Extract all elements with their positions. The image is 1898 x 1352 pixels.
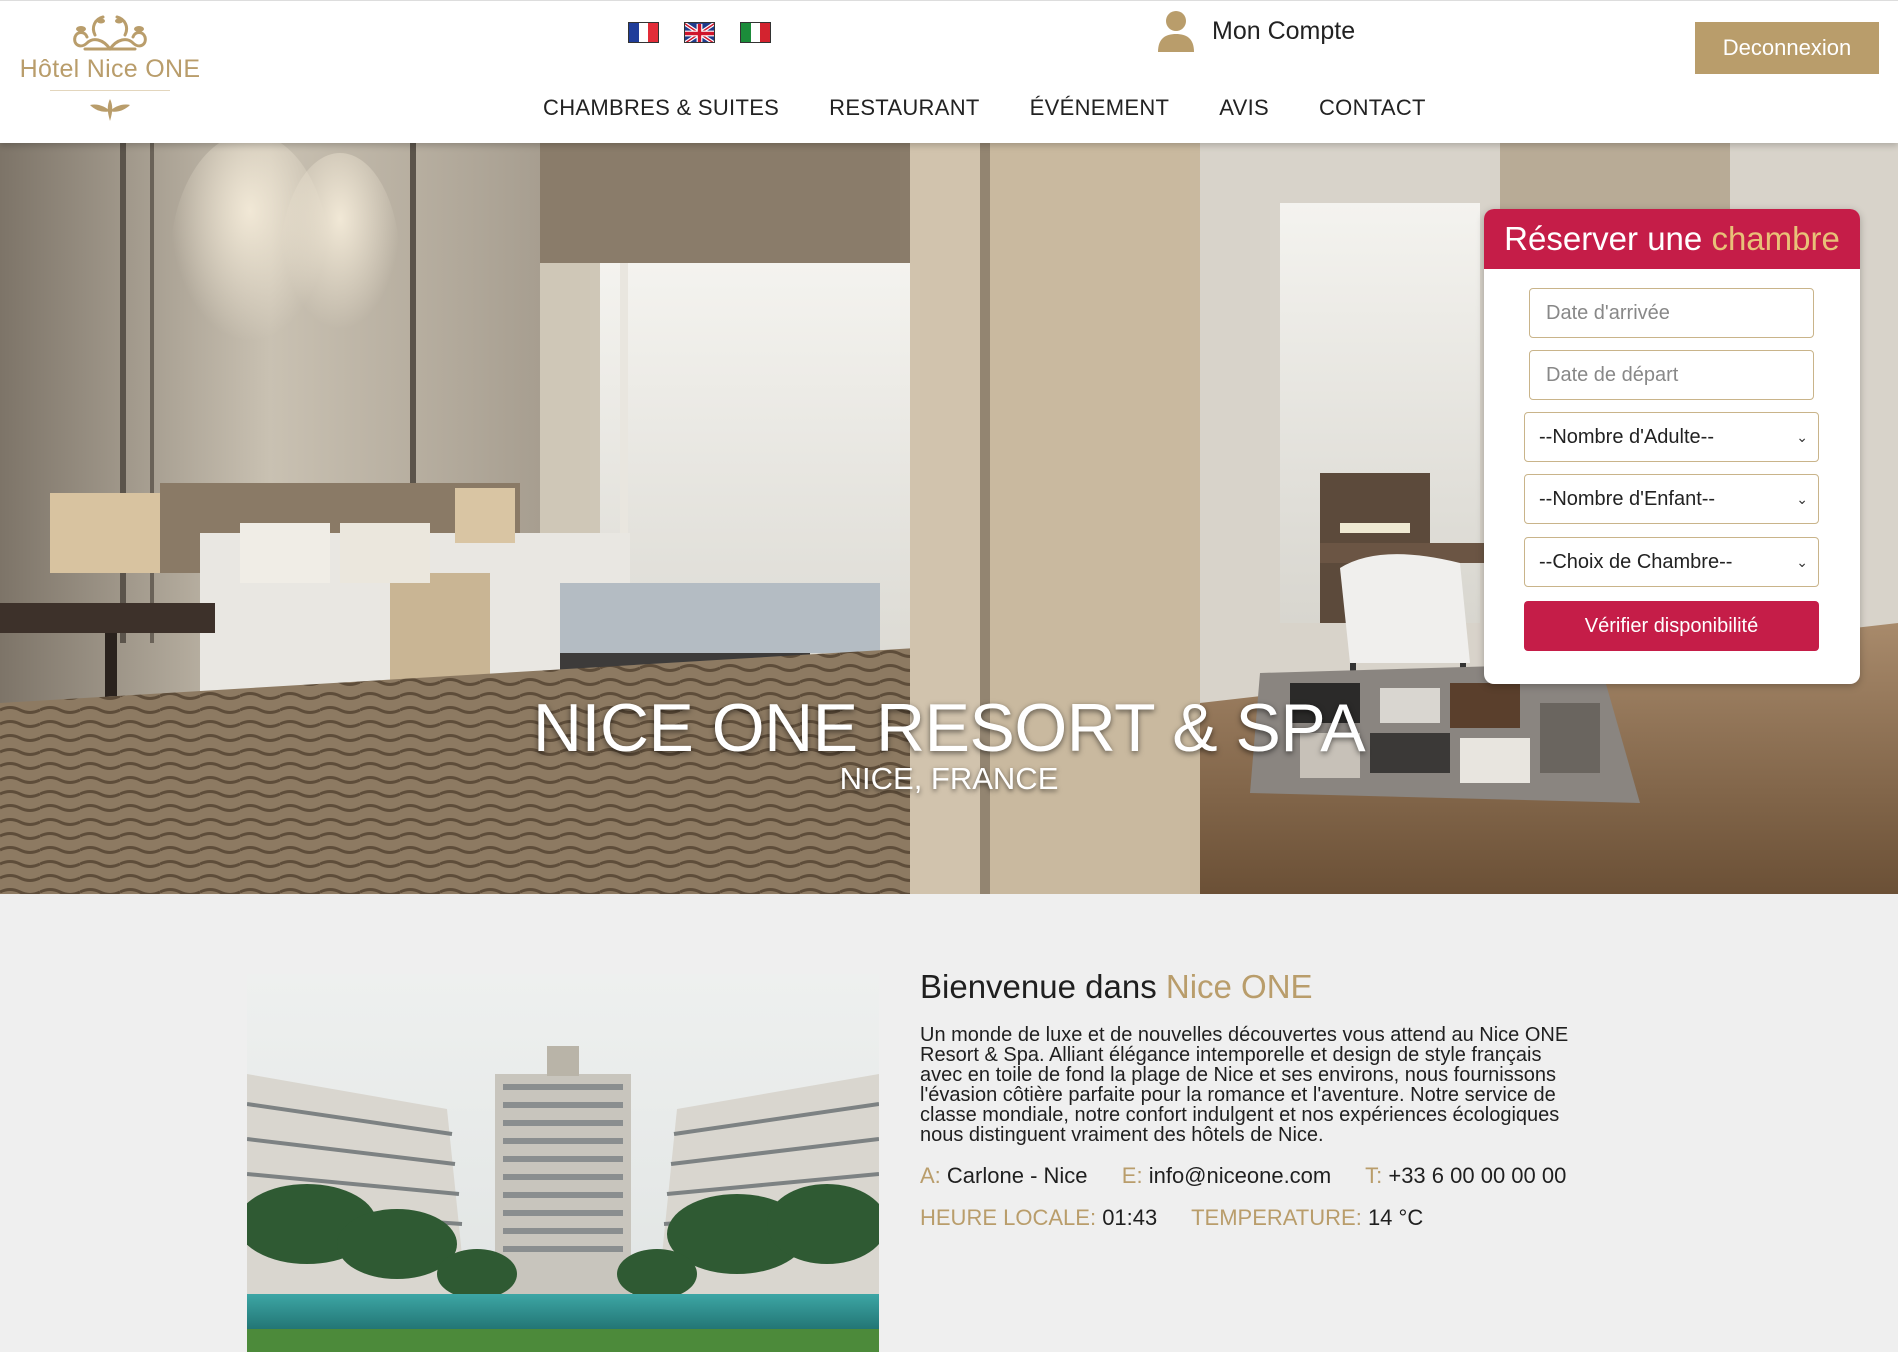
check-availability-button[interactable]: Vérifier disponibilité bbox=[1524, 601, 1819, 651]
adults-select[interactable]: --Nombre d'Adulte-- ⌄ bbox=[1524, 412, 1819, 462]
flag-fr-icon[interactable] bbox=[628, 22, 659, 43]
phone-label: T: bbox=[1365, 1163, 1383, 1188]
booking-title-part1: Réserver une bbox=[1504, 220, 1703, 257]
welcome-text-line: nous distinguent vraiment des hôtels de … bbox=[920, 1124, 1324, 1146]
room-select-value: --Choix de Chambre-- bbox=[1539, 551, 1733, 573]
welcome-text-line: avec en toile de fond la plage de Nice e… bbox=[920, 1064, 1556, 1086]
nav-item-restaurant[interactable]: RESTAURANT bbox=[829, 95, 980, 121]
booking-form: Réserver une chambre Date d'arrivée Date… bbox=[1484, 209, 1860, 684]
welcome-title-part1: Bienvenue dans bbox=[920, 968, 1157, 1005]
nav-item-events[interactable]: ÉVÉNEMENT bbox=[1030, 95, 1170, 121]
time-label: HEURE LOCALE: bbox=[920, 1205, 1097, 1230]
chevron-down-icon: ⌄ bbox=[1796, 491, 1808, 507]
chevron-down-icon: ⌄ bbox=[1796, 429, 1808, 445]
booking-title: Réserver une chambre bbox=[1484, 209, 1860, 269]
flag-uk-icon[interactable] bbox=[684, 22, 715, 43]
flag-it-icon[interactable] bbox=[740, 22, 771, 43]
address-value: Carlone - Nice bbox=[946, 1163, 1088, 1188]
adults-select-value: --Nombre d'Adulte-- bbox=[1539, 426, 1714, 448]
nav-item-contact[interactable]: CONTACT bbox=[1319, 95, 1426, 121]
welcome-text-line: Resort & Spa. Alliant élégance intempore… bbox=[920, 1044, 1542, 1066]
logout-button[interactable]: Deconnexion bbox=[1695, 22, 1879, 74]
user-icon bbox=[1158, 11, 1194, 52]
language-switcher bbox=[628, 22, 771, 43]
email-label: E: bbox=[1121, 1163, 1143, 1188]
temperature-value: 14 °C bbox=[1367, 1205, 1424, 1230]
hero-title: NICE ONE RESORT & SPA bbox=[532, 690, 1366, 766]
nav-item-rooms[interactable]: CHAMBRES & SUITES bbox=[543, 95, 779, 121]
nav-item-reviews[interactable]: AVIS bbox=[1219, 95, 1269, 121]
welcome-text-line: l'évasion côtière parfaite pour la roman… bbox=[920, 1084, 1556, 1106]
hotel-exterior-image bbox=[247, 974, 879, 1352]
children-select[interactable]: --Nombre d'Enfant-- ⌄ bbox=[1524, 474, 1819, 524]
welcome-title-part2: Nice ONE bbox=[1165, 968, 1313, 1005]
arrival-date-input[interactable]: Date d'arrivée bbox=[1529, 288, 1814, 338]
welcome-description: Un monde de luxe et de nouvelles découve… bbox=[920, 1025, 1640, 1145]
departure-date-input[interactable]: Date de départ bbox=[1529, 350, 1814, 400]
room-select[interactable]: --Choix de Chambre-- ⌄ bbox=[1524, 537, 1819, 587]
hotel-logo[interactable]: Hôtel Nice ONE bbox=[12, 9, 208, 141]
welcome-title: Bienvenue dans Nice ONE bbox=[920, 968, 1313, 1006]
email-link[interactable]: info@niceone.com bbox=[1149, 1163, 1332, 1188]
children-select-value: --Nombre d'Enfant-- bbox=[1539, 488, 1716, 510]
hero-subtitle: NICE, FRANCE bbox=[839, 761, 1059, 796]
account-link[interactable]: Mon Compte bbox=[1158, 10, 1355, 52]
main-nav: CHAMBRES & SUITES RESTAURANT ÉVÉNEMENT A… bbox=[543, 95, 1426, 121]
booking-title-part2: chambre bbox=[1711, 220, 1840, 257]
phone-link[interactable]: +33 6 00 00 00 00 bbox=[1388, 1163, 1566, 1188]
time-value: 01:43 bbox=[1102, 1205, 1158, 1230]
logo-ornament-icon bbox=[73, 15, 147, 51]
chevron-down-icon: ⌄ bbox=[1796, 554, 1808, 570]
local-info-row: HEURE LOCALE: 01:43 TEMPERATURE: 14 °C bbox=[920, 1205, 1423, 1231]
account-label: Mon Compte bbox=[1212, 16, 1356, 45]
fleur-icon bbox=[90, 99, 130, 121]
site-header: Hôtel Nice ONE Mon Compte Deconnexion CH… bbox=[0, 0, 1898, 143]
logo-text: Hôtel Nice ONE bbox=[19, 55, 201, 83]
address-label: A: bbox=[920, 1163, 941, 1188]
temperature-label: TEMPERATURE: bbox=[1191, 1205, 1362, 1230]
welcome-text-line: Un monde de luxe et de nouvelles découve… bbox=[920, 1024, 1569, 1046]
contact-info-row: A: Carlone - Nice E: info@niceone.com T:… bbox=[920, 1163, 1566, 1189]
welcome-text-line: classe mondiale, notre confort indulgent… bbox=[920, 1104, 1560, 1126]
logo-divider bbox=[50, 90, 170, 91]
